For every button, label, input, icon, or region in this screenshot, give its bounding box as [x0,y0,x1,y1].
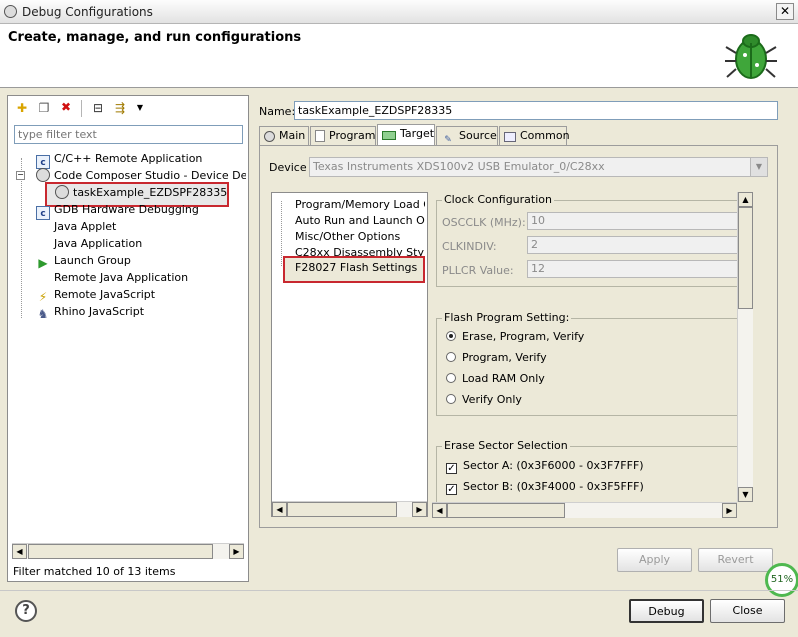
bug-icon [4,5,17,18]
dialog-footer-divider [0,590,798,591]
device-label: Device [269,161,307,174]
tree-item[interactable]: ♞ Rhino JavaScript [36,303,144,321]
scroll-right-button[interactable]: ▶ [229,544,244,559]
debug-bug-icon [725,34,777,79]
ccs-icon [264,131,275,142]
name-input[interactable] [294,101,778,120]
scroll-thumb[interactable] [447,503,565,518]
tab-common[interactable]: Common [499,126,570,145]
apply-button[interactable]: Apply [617,548,692,572]
name-label: Name: [259,105,296,118]
flash-program-title: Flash Program Setting: [442,311,572,324]
target-tab-content: Device Texas Instruments XDS100v2 USB Em… [259,145,778,528]
filter-icon[interactable]: ⇶ [112,100,128,116]
radio-verify-only[interactable]: Verify Only [446,393,522,406]
option-item[interactable]: Misc/Other Options [295,228,425,245]
option-item-selected[interactable]: F28027 Flash Settings [283,256,425,283]
tree-collapse-toggle[interactable]: − [16,171,25,180]
scroll-left-button[interactable]: ◀ [12,544,27,559]
delete-icon[interactable]: ✖ [58,99,74,115]
settings-horizontal-scrollbar[interactable]: ◀ ▶ [432,502,737,518]
tab-source[interactable]: ✎ Source [436,126,498,145]
options-list: Program/Memory Load Options Auto Run and… [271,192,428,517]
erase-sector-title: Erase Sector Selection [442,439,570,452]
scroll-thumb[interactable] [738,207,753,309]
tree-item[interactable]: Java Application [36,235,142,252]
tree-item[interactable]: Java Applet [36,218,116,235]
oscclk-label: OSCCLK (MHz): [442,216,526,229]
scroll-up-button[interactable]: ▲ [738,192,753,207]
window-title: Debug Configurations [22,5,153,19]
debug-button[interactable]: Debug [629,599,704,623]
tab-target[interactable]: Target [377,124,435,146]
clock-configuration-title: Clock Configuration [442,193,554,206]
rhino-icon: ♞ [37,307,49,321]
close-button[interactable]: Close [710,599,785,623]
option-item[interactable]: Auto Run and Launch Options [295,212,425,229]
settings-vertical-scrollbar[interactable]: ▲ ▼ [737,192,753,502]
scroll-left-button[interactable]: ◀ [272,502,287,517]
chevron-down-icon: ▼ [750,158,767,176]
duplicate-icon[interactable]: ❐ [36,100,52,116]
pllcr-label: PLLCR Value: [442,264,514,277]
checkbox-sector-a[interactable]: ✓ Sector A: (0x3F6000 - 0x3F7FFF) [446,459,644,474]
tree-item[interactable]: c C/C++ Remote Application [36,150,202,169]
filter-status: Filter matched 10 of 13 items [13,565,176,578]
option-item[interactable]: Program/Memory Load Options [295,196,425,213]
tree-item[interactable]: Remote Java Application [36,269,188,286]
filter-input[interactable] [14,125,243,144]
collapse-all-icon[interactable]: ⊟ [90,100,106,116]
tab-main[interactable]: Main [259,126,309,145]
scroll-right-button[interactable]: ▶ [722,503,737,518]
file-icon [315,130,325,142]
help-button[interactable]: ? [15,600,37,622]
checkbox-sector-b[interactable]: ✓ Sector B: (0x3F4000 - 0x3F5FFF) [446,480,644,495]
tree-item[interactable]: ▶ Launch Group [36,252,130,270]
device-select[interactable]: Texas Instruments XDS100v2 USB Emulator_… [309,157,768,177]
common-icon [504,132,516,142]
clkindiv-input[interactable]: 2 [527,236,752,254]
ccs-config-icon [55,185,69,199]
tab-program[interactable]: Program [310,126,376,145]
close-window-button[interactable]: ✕ [776,3,794,20]
oscclk-input[interactable]: 10 [527,212,752,230]
target-board-icon [382,131,396,140]
ccs-icon [36,168,50,182]
options-horizontal-scrollbar[interactable]: ◀ ▶ [272,501,427,517]
options-guide-line [281,201,282,266]
pllcr-input[interactable]: 12 [527,260,752,278]
tree-item[interactable]: ⚡ Remote JavaScript [36,286,155,304]
scroll-right-button[interactable]: ▶ [412,502,427,517]
flash-settings-area: Clock Configuration OSCCLK (MHz): 10 CLK… [432,192,753,518]
dialog-heading: Create, manage, and run configurations [8,30,302,45]
clkindiv-label: CLKINDIV: [442,240,497,253]
radio-load-ram-only[interactable]: Load RAM Only [446,372,545,385]
new-configuration-icon[interactable]: ✚ [14,100,30,116]
scroll-down-button[interactable]: ▼ [738,487,753,502]
title-bar: Debug Configurations [0,0,798,24]
chevron-down-icon[interactable]: ▼ [132,100,148,116]
revert-button[interactable]: Revert [698,548,773,572]
scroll-thumb[interactable] [287,502,397,517]
tree-item[interactable]: c GDB Hardware Debugging [36,201,199,220]
tree-horizontal-scrollbar[interactable]: ◀ ▶ [12,543,244,559]
launch-icon: ▶ [38,256,48,270]
radio-erase-program-verify[interactable]: Erase, Program, Verify [446,330,584,343]
help-icon: ? [22,603,30,618]
progress-indicator: 51% [765,563,798,597]
dialog-header: Create, manage, and run configurations [0,24,798,88]
scroll-left-button[interactable]: ◀ [432,503,447,518]
js-icon: ⚡ [38,290,48,304]
tree-guide-line [21,158,22,318]
toolbar-divider [81,100,82,117]
configuration-tree-panel: ✚ ❐ ✖ ⊟ ⇶ ▼ cC/C++ Remote Application − … [7,95,249,582]
radio-program-verify[interactable]: Program, Verify [446,351,547,364]
scroll-thumb[interactable] [28,544,213,559]
